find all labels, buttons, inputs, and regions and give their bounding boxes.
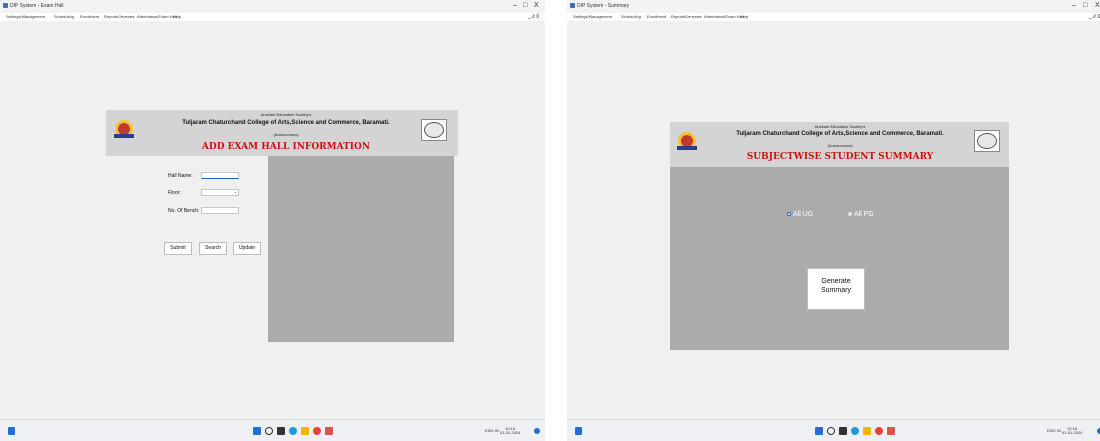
chevron-down-icon: ⌄ bbox=[233, 189, 237, 194]
menu-item-reports[interactable]: Reports bbox=[104, 14, 118, 19]
mdi-controls[interactable]: _ ∂ X bbox=[1089, 14, 1100, 20]
radio-all-ug-label: All UG bbox=[793, 211, 814, 218]
radio-all-pg[interactable]: All PG bbox=[848, 211, 874, 218]
taskbar: ENG IN 10:15 01-01-2024 bbox=[0, 419, 545, 441]
system-tray: ENG IN 10:16 01-01-2024 bbox=[1047, 427, 1082, 435]
maximize-button[interactable]: □ bbox=[523, 2, 527, 10]
college-logo-left bbox=[114, 120, 134, 138]
tray-lang[interactable]: ENG IN bbox=[1047, 428, 1061, 433]
college-emblem-right bbox=[421, 119, 447, 141]
edge-icon[interactable] bbox=[289, 427, 297, 435]
menu-bar: Settings/Management Scheduling Enrollmen… bbox=[0, 13, 545, 21]
autonomous-label: (Autonomous) bbox=[827, 143, 853, 148]
notification-icon[interactable] bbox=[534, 428, 540, 434]
title-bar: DIP System - Exam Hall – □ X bbox=[0, 0, 545, 13]
edge-icon[interactable] bbox=[851, 427, 859, 435]
close-button[interactable]: X bbox=[534, 2, 539, 10]
generate-summary-line2: Summary bbox=[821, 287, 851, 294]
menu-bar: Settings/Management Scheduling Enrollmen… bbox=[567, 13, 1100, 21]
maximize-button[interactable]: □ bbox=[1083, 2, 1087, 10]
menu-item-help[interactable]: Help bbox=[740, 14, 748, 19]
chrome-icon[interactable] bbox=[313, 427, 321, 435]
tray-clock[interactable]: 10:15 01-01-2024 bbox=[500, 427, 520, 435]
tray-date: 01-01-2024 bbox=[1061, 430, 1083, 435]
generate-summary-line1: Generate bbox=[821, 278, 851, 285]
menu-item-settings[interactable]: Settings/Management bbox=[573, 14, 612, 19]
college-logo-left bbox=[677, 132, 697, 150]
title-bar: DIP System - Summary – □ X bbox=[567, 0, 1100, 13]
menu-item-scheduling[interactable]: Scheduling bbox=[54, 14, 74, 19]
start-icon[interactable] bbox=[253, 427, 261, 435]
window-title: DIP System - Exam Hall bbox=[10, 3, 64, 9]
java-app-icon[interactable] bbox=[325, 427, 333, 435]
college-name: Tuljaram Chaturchand College of Arts,Sci… bbox=[182, 120, 390, 126]
taskbar: ENG IN 10:16 01-01-2024 bbox=[567, 419, 1100, 441]
menu-item-attendance[interactable]: Attendance/Exam Hall bbox=[137, 14, 177, 19]
menu-item-enrollment[interactable]: Enrollment bbox=[80, 14, 99, 19]
college-emblem-right bbox=[974, 130, 1000, 152]
file-explorer-icon[interactable] bbox=[301, 427, 309, 435]
college-header: Anekant Education Society's Tuljaram Cha… bbox=[670, 122, 1009, 167]
close-button[interactable]: X bbox=[1095, 2, 1100, 10]
submit-button[interactable]: Submit bbox=[164, 242, 192, 255]
radio-all-ug[interactable]: All UG bbox=[787, 211, 813, 218]
radio-unselected-icon bbox=[848, 212, 852, 217]
radio-selected-icon bbox=[787, 212, 791, 217]
college-name: Tuljaram Chaturchand College of Arts,Sci… bbox=[736, 131, 944, 137]
floor-label: Floor: bbox=[168, 190, 181, 196]
page-title: ADD EXAM HALL INFORMATION bbox=[201, 142, 371, 152]
menu-item-generate[interactable]: Generate bbox=[685, 14, 702, 19]
menu-item-generate[interactable]: Generate bbox=[118, 14, 135, 19]
minimize-button[interactable]: – bbox=[513, 2, 517, 10]
summary-panel: All UG All PG Generate Summary bbox=[670, 167, 1009, 350]
generate-summary-button[interactable]: Generate Summary bbox=[807, 268, 865, 310]
tray-clock[interactable]: 10:16 01-01-2024 bbox=[1062, 427, 1082, 435]
java-app-icon[interactable] bbox=[887, 427, 895, 435]
file-explorer-icon[interactable] bbox=[863, 427, 871, 435]
start-icon[interactable] bbox=[815, 427, 823, 435]
menu-item-help[interactable]: Help bbox=[173, 14, 181, 19]
radio-all-pg-label: All PG bbox=[854, 211, 874, 218]
search-icon[interactable] bbox=[265, 427, 273, 435]
widgets-icon[interactable] bbox=[8, 427, 15, 435]
menu-item-attendance[interactable]: Attendance/Exam Hall bbox=[704, 14, 744, 19]
search-button[interactable]: Search bbox=[199, 242, 227, 255]
menu-item-reports[interactable]: Reports bbox=[671, 14, 685, 19]
floor-select[interactable]: ⌄ bbox=[201, 189, 239, 196]
tray-date: 01-01-2024 bbox=[499, 430, 521, 435]
page-title: SUBJECTWISE STUDENT SUMMARY bbox=[746, 152, 934, 162]
benches-input[interactable] bbox=[201, 207, 239, 214]
hall-name-label: Hall Name: bbox=[168, 173, 193, 179]
menu-item-settings[interactable]: Settings/Management bbox=[6, 14, 45, 19]
task-view-icon[interactable] bbox=[839, 427, 847, 435]
society-name: Anekant Education Society's bbox=[260, 112, 312, 117]
widgets-icon[interactable] bbox=[575, 427, 582, 435]
college-header: Anekant Education Society's Tuljaram Cha… bbox=[106, 110, 458, 156]
right-window: DIP System - Summary – □ X Settings/Mana… bbox=[567, 0, 1100, 441]
system-tray: ENG IN 10:15 01-01-2024 bbox=[485, 427, 520, 435]
search-icon[interactable] bbox=[827, 427, 835, 435]
update-button[interactable]: Update bbox=[233, 242, 261, 255]
mdi-controls[interactable]: _ ∂ X bbox=[528, 14, 539, 20]
tray-lang[interactable]: ENG IN bbox=[485, 428, 499, 433]
window-title: DIP System - Summary bbox=[577, 3, 630, 9]
benches-label: No. Of Bench: bbox=[168, 208, 200, 214]
hall-name-input[interactable] bbox=[201, 172, 239, 179]
hall-list-panel bbox=[268, 156, 454, 342]
menu-item-scheduling[interactable]: Scheduling bbox=[621, 14, 641, 19]
app-icon bbox=[570, 3, 575, 8]
society-name: Anekant Education Society's bbox=[814, 124, 866, 129]
chrome-icon[interactable] bbox=[875, 427, 883, 435]
minimize-button[interactable]: – bbox=[1072, 2, 1076, 10]
menu-item-enrollment[interactable]: Enrollment bbox=[647, 14, 666, 19]
task-view-icon[interactable] bbox=[277, 427, 285, 435]
left-window: DIP System - Exam Hall – □ X Settings/Ma… bbox=[0, 0, 545, 441]
autonomous-label: (Autonomous) bbox=[273, 132, 299, 137]
app-icon bbox=[3, 3, 8, 8]
